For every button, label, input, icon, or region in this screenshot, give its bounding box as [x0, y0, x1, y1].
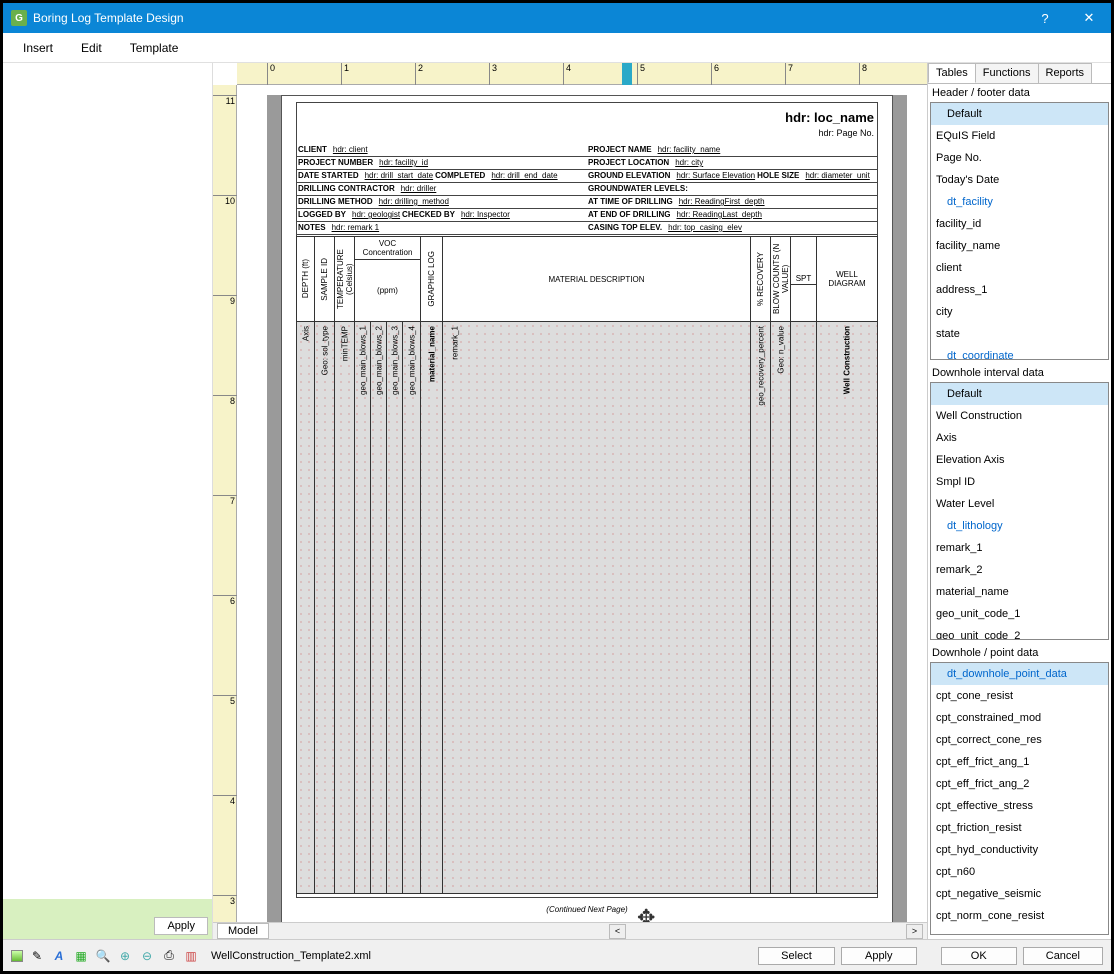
- list-item[interactable]: Today's Date: [931, 169, 1108, 191]
- list-item[interactable]: dt_coordinate: [931, 345, 1108, 360]
- status-bar: ✎ A ▦ 🔍 ⊕ ⊖ ⎙ ▥ WellConstruction_Templat…: [3, 939, 1111, 971]
- template-page[interactable]: hdr: loc_name hdr: Page No. CLIENThdr: c…: [281, 95, 893, 922]
- continued-text: (Continued Next Page): [282, 905, 892, 914]
- list-item[interactable]: cpt_friction_resist: [931, 817, 1108, 839]
- list-item[interactable]: dt_downhole_point_data: [931, 663, 1108, 685]
- list-downhole-point[interactable]: dt_downhole_point_datacpt_cone_resistcpt…: [930, 662, 1109, 935]
- window-title: Boring Log Template Design: [33, 11, 1023, 25]
- list-item[interactable]: cpt_negative_seismic: [931, 883, 1108, 905]
- filename-label: WellConstruction_Template2.xml: [211, 950, 371, 962]
- tool-align-icon[interactable]: ⎙: [161, 948, 177, 964]
- list-item[interactable]: geo_unit_code_2: [931, 625, 1108, 640]
- list-item[interactable]: cpt_constrained_mod: [931, 707, 1108, 729]
- close-button[interactable]: ✕: [1067, 3, 1111, 33]
- list-item[interactable]: facility_id: [931, 213, 1108, 235]
- list-item[interactable]: geo_unit_code_1: [931, 603, 1108, 625]
- left-apply-button[interactable]: Apply: [154, 917, 208, 935]
- list-item[interactable]: facility_name: [931, 235, 1108, 257]
- apply-button[interactable]: Apply: [841, 947, 917, 965]
- canvas[interactable]: hdr: loc_name hdr: Page No. CLIENThdr: c…: [237, 85, 927, 922]
- tab-tables[interactable]: Tables: [928, 63, 976, 83]
- ruler-horizontal: 012345678: [237, 63, 927, 85]
- scroll-left[interactable]: <: [609, 924, 626, 939]
- list-item[interactable]: cpt_effective_stress: [931, 795, 1108, 817]
- list-item[interactable]: address_1: [931, 279, 1108, 301]
- select-button[interactable]: Select: [758, 947, 835, 965]
- menu-edit[interactable]: Edit: [67, 37, 116, 59]
- help-button[interactable]: ?: [1023, 3, 1067, 33]
- list-item[interactable]: cpt_correct_cone_res: [931, 729, 1108, 751]
- scroll-right[interactable]: >: [906, 924, 923, 939]
- left-panel: Apply: [3, 63, 213, 939]
- tab-reports[interactable]: Reports: [1038, 63, 1093, 83]
- menubar: Insert Edit Template: [3, 33, 1111, 63]
- list-item[interactable]: remark_2: [931, 559, 1108, 581]
- list-item[interactable]: Axis: [931, 427, 1108, 449]
- list-item[interactable]: dt_lithology: [931, 515, 1108, 537]
- header-fields: CLIENThdr: clientPROJECT NAMEhdr: facili…: [296, 144, 878, 235]
- header-page-no: hdr: Page No.: [818, 128, 874, 138]
- log-body: Axis Geo: sol_type minTEMP geo_main_blow…: [296, 322, 878, 894]
- list-item[interactable]: cpt_n60: [931, 861, 1108, 883]
- tool-pencil-icon[interactable]: ✎: [29, 948, 45, 964]
- list-item[interactable]: remark_1: [931, 537, 1108, 559]
- right-panel: Tables Functions Reports Header / footer…: [927, 63, 1111, 939]
- ok-button[interactable]: OK: [941, 947, 1017, 965]
- list-item[interactable]: Water Level: [931, 493, 1108, 515]
- tool-text-icon[interactable]: A: [51, 948, 67, 964]
- list-item[interactable]: Well Construction: [931, 405, 1108, 427]
- app-icon: G: [11, 10, 27, 26]
- list-item[interactable]: dt_facility: [931, 191, 1108, 213]
- tool-zoom-in-icon[interactable]: ⊕: [117, 948, 133, 964]
- list-item[interactable]: material_name: [931, 581, 1108, 603]
- list-item[interactable]: cpt_hyd_conductivity: [931, 839, 1108, 861]
- list-item[interactable]: cpt_cone_resist: [931, 685, 1108, 707]
- tool-chart-icon[interactable]: ▥: [183, 948, 199, 964]
- list-item[interactable]: Default: [931, 383, 1108, 405]
- panel-title-hf: Header / footer data: [928, 84, 1111, 102]
- cursor-crosshair: ✥: [637, 905, 655, 922]
- tab-functions[interactable]: Functions: [975, 63, 1039, 83]
- tool-grid-icon[interactable]: ▦: [73, 948, 89, 964]
- list-downhole-interval[interactable]: DefaultWell ConstructionAxisElevation Ax…: [930, 382, 1109, 640]
- list-item[interactable]: cpt_eff_frict_ang_1: [931, 751, 1108, 773]
- cancel-button[interactable]: Cancel: [1023, 947, 1103, 965]
- titlebar: G Boring Log Template Design ? ✕: [3, 3, 1111, 33]
- list-item[interactable]: Default: [931, 103, 1108, 125]
- list-item[interactable]: state: [931, 323, 1108, 345]
- list-header-footer[interactable]: DefaultEQuIS FieldPage No.Today's Datedt…: [930, 102, 1109, 360]
- tool-zoom-out-icon[interactable]: ⊖: [139, 948, 155, 964]
- list-item[interactable]: Page No.: [931, 147, 1108, 169]
- panel-title-di: Downhole interval data: [928, 364, 1111, 382]
- bottom-tab-bar: Model < >: [213, 922, 927, 939]
- list-item[interactable]: EQuIS Field: [931, 125, 1108, 147]
- list-item[interactable]: client: [931, 257, 1108, 279]
- column-headers: DEPTH (ft) SAMPLE ID TEMPERATURE (Celsiu…: [296, 236, 878, 322]
- list-item[interactable]: cpt_eff_frict_ang_2: [931, 773, 1108, 795]
- model-tab[interactable]: Model: [217, 923, 269, 939]
- menu-template[interactable]: Template: [116, 37, 193, 59]
- header-loc-name: hdr: loc_name: [785, 110, 874, 125]
- list-item[interactable]: city: [931, 301, 1108, 323]
- list-item[interactable]: cpt_norm_cone_resist: [931, 905, 1108, 927]
- ruler-vertical: 11109876543: [213, 85, 237, 922]
- tool-rect-icon[interactable]: [11, 950, 23, 962]
- list-item[interactable]: Smpl ID: [931, 471, 1108, 493]
- panel-title-dp: Downhole / point data: [928, 644, 1111, 662]
- menu-insert[interactable]: Insert: [9, 37, 67, 59]
- tool-zoom-icon[interactable]: 🔍: [95, 948, 111, 964]
- list-item[interactable]: Elevation Axis: [931, 449, 1108, 471]
